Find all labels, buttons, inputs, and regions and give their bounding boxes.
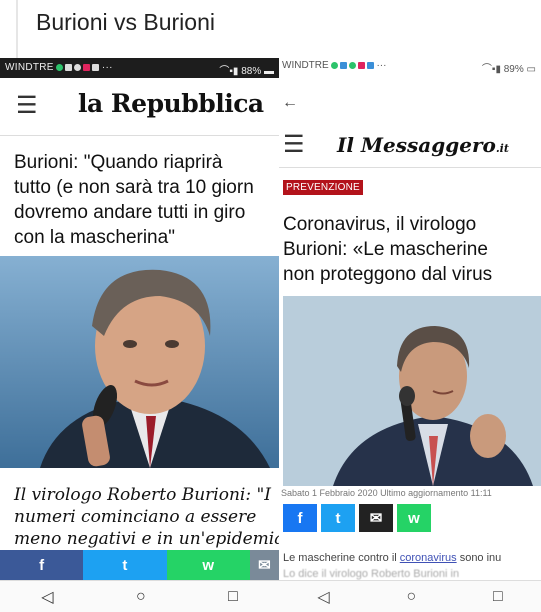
home-nav-icon[interactable]: ○ xyxy=(406,588,416,606)
share-bar: f t w ✉ xyxy=(0,550,279,580)
home-nav-icon[interactable]: ○ xyxy=(136,588,146,606)
notif-icon xyxy=(82,64,90,71)
notif-icon xyxy=(55,64,63,71)
email-share-button[interactable]: ✉ xyxy=(359,504,393,532)
status-bar: WINDTRE ··· ⌒▪▮ 88% ▬ xyxy=(0,58,279,78)
notif-icon xyxy=(91,64,99,71)
status-carrier: WINDTRE ··· xyxy=(5,62,113,73)
notif-icon xyxy=(339,62,347,69)
article-lead: Le mascherine contro il coronavirus sono… xyxy=(283,552,502,564)
brand-logo[interactable]: la Repubblica xyxy=(78,89,264,118)
whatsapp-share-button[interactable]: w xyxy=(397,504,431,532)
back-nav-icon[interactable]: ◁ xyxy=(41,587,53,607)
brand-logo[interactable]: Il Messaggero.it xyxy=(337,133,509,157)
facebook-share-button[interactable]: f xyxy=(283,504,317,532)
facebook-share-button[interactable]: f xyxy=(0,550,84,580)
menu-icon[interactable]: ☰ xyxy=(16,91,38,120)
left-screenshot: WINDTRE ··· ⌒▪▮ 88% ▬ ☰ la Repubblica Bu… xyxy=(0,58,279,612)
status-battery: ⌒▪▮ 89% ▭ xyxy=(481,64,536,75)
portrait-illustration xyxy=(283,296,541,486)
article-subheadline[interactable]: Il virologo Roberto Burioni: "I numeri c… xyxy=(14,484,279,550)
twitter-share-button[interactable]: t xyxy=(321,504,355,532)
menu-icon[interactable]: ☰ xyxy=(283,130,305,159)
app-bar: ☰ Il Messaggero.it xyxy=(279,122,541,168)
article-date: Sabato 1 Febbraio 2020 Ultimo aggiorname… xyxy=(281,488,492,498)
right-screenshot: WINDTRE ··· ⌒▪▮ 89% ▭ ← ☰ Il Messaggero.… xyxy=(279,52,541,612)
notif-icon xyxy=(366,62,374,69)
divider xyxy=(16,0,18,58)
notif-icon xyxy=(357,62,365,69)
article-headline[interactable]: Burioni: "Quando riaprirà tutto (e non s… xyxy=(14,150,279,250)
status-bar: WINDTRE ··· ⌒▪▮ 89% ▭ xyxy=(279,52,541,76)
back-arrow-icon[interactable]: ← xyxy=(282,94,298,112)
twitter-share-button[interactable]: t xyxy=(83,550,167,580)
back-nav-icon[interactable]: ◁ xyxy=(317,587,329,607)
article-photo[interactable] xyxy=(283,296,541,486)
recents-nav-icon[interactable]: □ xyxy=(228,588,238,606)
article-headline[interactable]: Coronavirus, il virologo Burioni: «Le ma… xyxy=(283,212,541,287)
notif-icon xyxy=(64,64,72,71)
app-bar: ☰ la Repubblica xyxy=(0,78,279,136)
section-tag[interactable]: PREVENZIONE xyxy=(283,180,363,195)
article-lead-continued: Lo dice il virologo Roberto Burioni in xyxy=(283,568,460,580)
share-bar: f t ✉ w xyxy=(283,504,431,532)
portrait-illustration xyxy=(0,256,279,468)
status-battery: ⌒▪▮ 88% ▬ xyxy=(219,66,274,77)
coronavirus-link[interactable]: coronavirus xyxy=(400,552,457,564)
recents-nav-icon[interactable]: □ xyxy=(493,588,503,606)
android-nav-bar: ◁ ○ □ xyxy=(0,580,279,612)
notif-icon xyxy=(330,62,338,69)
notif-icon xyxy=(348,62,356,69)
email-share-button[interactable]: ✉ xyxy=(249,550,279,580)
caption-text: Burioni vs Burioni xyxy=(36,9,215,35)
article-photo[interactable] xyxy=(0,256,279,468)
android-nav-bar: ◁ ○ □ xyxy=(279,580,541,612)
status-carrier: WINDTRE ··· xyxy=(282,60,387,71)
notif-icon xyxy=(73,64,81,71)
whatsapp-share-button[interactable]: w xyxy=(166,550,250,580)
caption-bar: Burioni vs Burioni xyxy=(0,0,541,52)
